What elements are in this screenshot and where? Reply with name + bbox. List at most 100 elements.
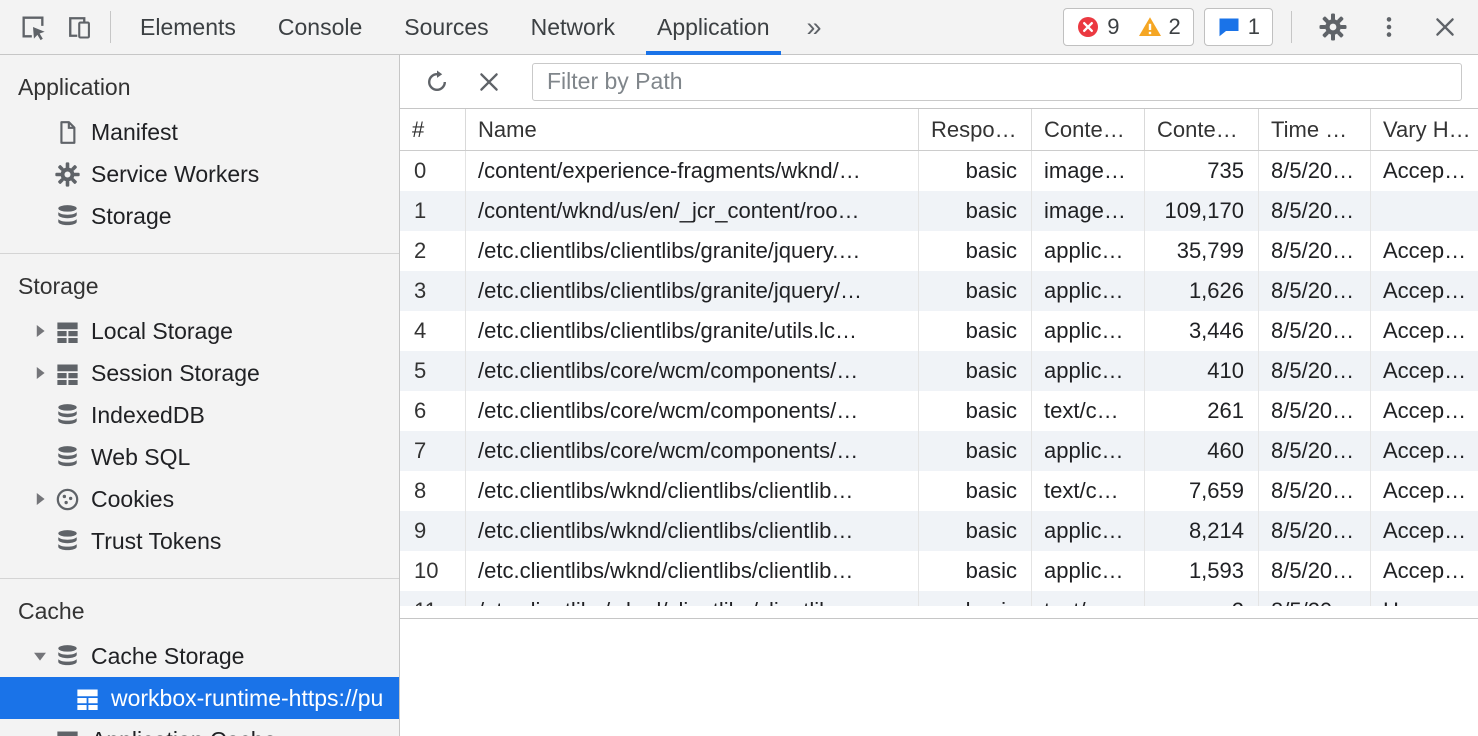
cell-time-cached: 8/5/20…: [1259, 471, 1371, 511]
column-header-time-cached[interactable]: Time …: [1259, 109, 1371, 150]
tab-elements[interactable]: Elements: [119, 0, 257, 55]
cell-content-type: text/c…: [1032, 391, 1145, 431]
sidebar-item-indexeddb[interactable]: IndexedDB: [0, 394, 399, 436]
console-message-counter[interactable]: 1: [1204, 8, 1273, 46]
cell-content-type: image…: [1032, 191, 1145, 231]
section-title: Cache: [0, 579, 399, 635]
cell-response-type: basic: [919, 271, 1032, 311]
sidebar-item-local-storage[interactable]: Local Storage: [0, 310, 399, 352]
sidebar-item-manifest[interactable]: Manifest: [0, 111, 399, 153]
expander[interactable]: [28, 487, 52, 511]
cell-content-length: 261: [1145, 391, 1259, 431]
cache-view-toolbar: [400, 55, 1478, 109]
table-row-partially-visible[interactable]: 11 /etc.clientlibs/wknd/clientlibs/clien…: [400, 591, 1478, 606]
table-icon: [54, 727, 81, 736]
cell-time-cached: 8/5/20…: [1259, 231, 1371, 271]
tab-console[interactable]: Console: [257, 0, 383, 55]
cache-entries-table: # Name Respo… Conte… Conte… Time … Vary …: [400, 109, 1478, 606]
table-row[interactable]: 9 /etc.clientlibs/wknd/clientlibs/client…: [400, 511, 1478, 551]
sidebar-item-service-workers[interactable]: Service Workers: [0, 153, 399, 195]
message-badge: 1: [1217, 14, 1260, 40]
customize-menu-button[interactable]: [1366, 4, 1412, 50]
cell-name: /etc.clientlibs/clientlibs/granite/jquer…: [466, 271, 919, 311]
cell-name: /content/experience-fragments/wknd/…: [466, 151, 919, 191]
error-badge: 9: [1076, 14, 1119, 40]
expander[interactable]: [28, 644, 52, 668]
sidebar-item-workbox-runtime-cache[interactable]: workbox-runtime-https://pu: [0, 677, 399, 719]
cell-response-type: basic: [919, 151, 1032, 191]
sidebar-item-storage[interactable]: Storage: [0, 195, 399, 237]
preview-pane: [400, 619, 1478, 736]
cache-storage-view: # Name Respo… Conte… Conte… Time … Vary …: [400, 55, 1478, 736]
issues-counter[interactable]: 9 2: [1063, 8, 1194, 46]
column-header-name[interactable]: Name: [466, 109, 919, 150]
cell-index: 3: [400, 271, 466, 311]
table-row[interactable]: 7 /etc.clientlibs/core/wcm/components/… …: [400, 431, 1478, 471]
tab-sources[interactable]: Sources: [383, 0, 509, 55]
sidebar-item-web-sql[interactable]: Web SQL: [0, 436, 399, 478]
inspect-element-button[interactable]: [10, 4, 56, 50]
cell-name: /etc.clientlibs/core/wcm/components/…: [466, 351, 919, 391]
cell-vary-header: Accep…: [1371, 311, 1478, 351]
delete-selected-button[interactable]: [466, 59, 512, 105]
cell-content-type: text/c…: [1032, 591, 1145, 606]
cell-index: 10: [400, 551, 466, 591]
column-header-content-length[interactable]: Conte…: [1145, 109, 1259, 150]
table-row[interactable]: 3 /etc.clientlibs/clientlibs/granite/jqu…: [400, 271, 1478, 311]
sidebar-item-session-storage[interactable]: Session Storage: [0, 352, 399, 394]
column-header-response-type[interactable]: Respo…: [919, 109, 1032, 150]
table-row[interactable]: 1 /content/wknd/us/en/_jcr_content/roo… …: [400, 191, 1478, 231]
cell-content-length: 410: [1145, 351, 1259, 391]
cell-time-cached: 8/5/20…: [1259, 551, 1371, 591]
table-row[interactable]: 4 /etc.clientlibs/clientlibs/granite/uti…: [400, 311, 1478, 351]
cell-name: /etc.clientlibs/clientlibs/granite/utils…: [466, 311, 919, 351]
sidebar-item-cookies[interactable]: Cookies: [0, 478, 399, 520]
expander[interactable]: [28, 361, 52, 385]
gear-icon: [54, 161, 81, 188]
expander-slot: [28, 529, 52, 553]
cell-response-type: basic: [919, 511, 1032, 551]
table-row[interactable]: 0 /content/experience-fragments/wknd/… b…: [400, 151, 1478, 191]
refresh-button[interactable]: [414, 59, 460, 105]
toolbar-separator: [110, 11, 111, 43]
close-icon: [1432, 14, 1458, 40]
column-header-vary-header[interactable]: Vary H…: [1371, 109, 1478, 150]
cell-response-type: basic: [919, 231, 1032, 271]
cell-response-type: basic: [919, 551, 1032, 591]
cell-vary-header: Accep…: [1371, 231, 1478, 271]
cell-index: 4: [400, 311, 466, 351]
inspect-icon: [19, 13, 47, 41]
column-header-index[interactable]: #: [400, 109, 466, 150]
table-row[interactable]: 5 /etc.clientlibs/core/wcm/components/… …: [400, 351, 1478, 391]
table-row[interactable]: 2 /etc.clientlibs/clientlibs/granite/jqu…: [400, 231, 1478, 271]
table-row[interactable]: 10 /etc.clientlibs/wknd/clientlibs/clien…: [400, 551, 1478, 591]
section-title: Application: [0, 55, 399, 111]
table-row[interactable]: 6 /etc.clientlibs/core/wcm/components/… …: [400, 391, 1478, 431]
kebab-menu-icon: [1376, 14, 1402, 40]
expander-slot: [28, 204, 52, 228]
settings-button[interactable]: [1310, 4, 1356, 50]
document-icon: [54, 119, 81, 146]
tab-application[interactable]: Application: [636, 0, 791, 55]
cell-content-length: 735: [1145, 151, 1259, 191]
device-toolbar-button[interactable]: [56, 4, 102, 50]
devtools-window: Elements Console Sources Network Applica…: [0, 0, 1478, 736]
database-icon: [54, 203, 81, 230]
expander-slot: [28, 403, 52, 427]
column-header-content-type[interactable]: Conte…: [1032, 109, 1145, 150]
database-icon: [54, 643, 81, 670]
tab-network[interactable]: Network: [510, 0, 636, 55]
sidebar-item-application-cache[interactable]: Application Cache: [0, 719, 399, 736]
table-header-row: # Name Respo… Conte… Conte… Time … Vary …: [400, 109, 1478, 151]
table-row[interactable]: 8 /etc.clientlibs/wknd/clientlibs/client…: [400, 471, 1478, 511]
close-devtools-button[interactable]: [1422, 4, 1468, 50]
application-panel-sidebar: Application Manifest Service Workers Sto…: [0, 55, 400, 736]
sidebar-item-trust-tokens[interactable]: Trust Tokens: [0, 520, 399, 562]
expander[interactable]: [28, 319, 52, 343]
more-tabs-button[interactable]: »: [791, 0, 838, 55]
cell-name: /etc.clientlibs/core/wcm/components/…: [466, 391, 919, 431]
cell-content-type: text/c…: [1032, 471, 1145, 511]
cell-content-length: 8,214: [1145, 511, 1259, 551]
filter-by-path-input[interactable]: [532, 63, 1462, 101]
sidebar-item-cache-storage[interactable]: Cache Storage: [0, 635, 399, 677]
